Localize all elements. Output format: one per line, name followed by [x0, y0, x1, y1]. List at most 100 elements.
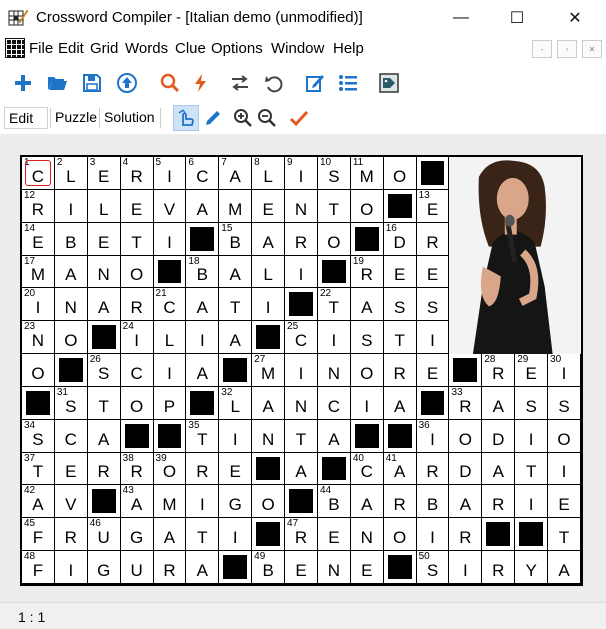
grid-cell[interactable]: R: [54, 518, 88, 552]
grid-cell[interactable]: T: [383, 321, 417, 355]
grid-cell[interactable]: 45 F: [22, 518, 55, 552]
save-button[interactable]: [79, 70, 105, 96]
grid-cell[interactable]: O: [383, 157, 417, 190]
grid-cell[interactable]: R: [186, 452, 220, 486]
document-grid-icon[interactable]: [5, 38, 25, 58]
grid-cell[interactable]: 12 R: [22, 189, 55, 223]
grid-cell[interactable]: V: [54, 485, 88, 519]
menu-edit[interactable]: Edit: [58, 40, 84, 57]
grid-cell[interactable]: A: [482, 386, 516, 420]
grid-cell[interactable]: 28 R: [482, 354, 516, 387]
menu-words[interactable]: Words: [125, 40, 168, 57]
grid-cell[interactable]: A: [350, 485, 384, 519]
grid-cell[interactable]: 36 I: [416, 419, 450, 453]
grid-cell-black[interactable]: [153, 255, 187, 289]
grid-cell[interactable]: 9I: [285, 157, 318, 190]
grid-cell[interactable]: O: [120, 255, 154, 289]
grid-cell[interactable]: A: [219, 255, 253, 289]
grid-cell[interactable]: 20 I: [22, 288, 55, 322]
grid-cell[interactable]: 13 E: [416, 189, 450, 223]
grid-cell[interactable]: 11 M: [350, 157, 384, 190]
grid-cell[interactable]: S: [515, 386, 549, 420]
grid-cell[interactable]: A: [186, 354, 220, 387]
grid-cell-black[interactable]: [87, 485, 121, 519]
grid-cell[interactable]: 7A: [219, 157, 253, 190]
grid-cell[interactable]: E: [416, 354, 450, 387]
grid-cell[interactable]: A: [87, 288, 121, 322]
grid-cell[interactable]: T: [219, 288, 253, 322]
mdi-close-button[interactable]: ✕: [582, 40, 602, 58]
grid-cell-black[interactable]: [252, 518, 286, 552]
grid-cell[interactable]: 6C: [186, 157, 220, 190]
grid-cell[interactable]: G: [87, 551, 121, 584]
grid-cell[interactable]: E: [548, 485, 581, 519]
grid-cell-black[interactable]: [252, 321, 286, 355]
crossword-grid[interactable]: 1 C 2 L 3 E 4 R 5 I 6 C 7 A 8 L 9 I 10 S 11 M O 12 R I L E V A M E N T O 13…: [20, 155, 583, 586]
grid-cell[interactable]: O: [22, 354, 55, 387]
grid-cell[interactable]: 22 T: [317, 288, 351, 322]
grid-cell[interactable]: R: [449, 518, 483, 552]
grid-cell[interactable]: Y: [515, 551, 549, 584]
grid-cell-black[interactable]: [383, 419, 417, 453]
grid-cell[interactable]: O: [120, 386, 154, 420]
grid-cell-black[interactable]: [219, 354, 253, 387]
grid-cell[interactable]: N: [285, 386, 318, 420]
grid-cell[interactable]: L: [87, 189, 121, 223]
grid-cell[interactable]: 40 C: [350, 452, 384, 486]
grid-cell[interactable]: 19 R: [350, 255, 384, 289]
add-button[interactable]: [10, 70, 36, 96]
tab-edit[interactable]: Edit: [4, 107, 48, 129]
grid-cell[interactable]: E: [350, 551, 384, 584]
grid-cell-black[interactable]: [219, 551, 253, 584]
grid-cell-black[interactable]: [350, 222, 384, 256]
grid-cell[interactable]: I: [449, 551, 483, 584]
grid-cell[interactable]: I: [252, 288, 286, 322]
grid-cell[interactable]: S: [350, 321, 384, 355]
grid-cell[interactable]: N: [350, 518, 384, 552]
grid-cell[interactable]: I: [54, 551, 88, 584]
grid-cell[interactable]: R: [416, 452, 450, 486]
grid-cell[interactable]: 47 R: [285, 518, 318, 552]
maximize-button[interactable]: ☐: [494, 0, 540, 36]
grid-cell[interactable]: I: [515, 419, 549, 453]
pointer-tool-button[interactable]: [173, 105, 199, 131]
grid-cell-black[interactable]: [186, 222, 220, 256]
grid-cell[interactable]: 33 R: [449, 386, 483, 420]
grid-cell[interactable]: 4R: [120, 157, 154, 190]
grid-cell[interactable]: A: [482, 452, 516, 486]
grid-cell[interactable]: 17 M: [22, 255, 55, 289]
grid-cell[interactable]: T: [87, 386, 121, 420]
grid-cell[interactable]: N: [54, 288, 88, 322]
grid-cell[interactable]: 10 S: [317, 157, 351, 190]
grid-cell[interactable]: I: [219, 419, 253, 453]
zoom-out-button[interactable]: [254, 105, 280, 131]
grid-cell[interactable]: M: [153, 485, 187, 519]
grid-cell-black[interactable]: [54, 354, 88, 387]
mdi-restore-button[interactable]: ▫: [557, 40, 577, 58]
grid-cell[interactable]: A: [87, 419, 121, 453]
minimize-button[interactable]: —: [438, 0, 484, 36]
grid-cell[interactable]: 15 B: [219, 222, 253, 256]
search-button[interactable]: [157, 70, 183, 96]
tab-puzzle[interactable]: Puzzle: [51, 107, 101, 129]
menu-help[interactable]: Help: [333, 40, 364, 57]
grid-cell[interactable]: A: [548, 551, 581, 584]
grid-cell[interactable]: S: [548, 386, 581, 420]
menu-grid[interactable]: Grid: [90, 40, 118, 57]
grid-cell[interactable]: 5I: [153, 157, 187, 190]
grid-cell[interactable]: E: [383, 255, 417, 289]
grid-cell[interactable]: 30 I: [548, 354, 581, 387]
grid-cell[interactable]: 46 U: [87, 518, 121, 552]
grid-cell[interactable]: B: [416, 485, 450, 519]
grid-cell[interactable]: R: [120, 288, 154, 322]
grid-cell[interactable]: I: [153, 354, 187, 387]
list-button[interactable]: [335, 70, 361, 96]
grid-cell[interactable]: O: [350, 354, 384, 387]
grid-cell[interactable]: R: [482, 551, 516, 584]
grid-cell[interactable]: G: [219, 485, 253, 519]
grid-cell[interactable]: N: [317, 354, 351, 387]
grid-cell[interactable]: U: [120, 551, 154, 584]
grid-cell-black[interactable]: [416, 386, 450, 420]
grid-cell-black[interactable]: [285, 288, 318, 322]
grid-cell[interactable]: 18 B: [186, 255, 220, 289]
